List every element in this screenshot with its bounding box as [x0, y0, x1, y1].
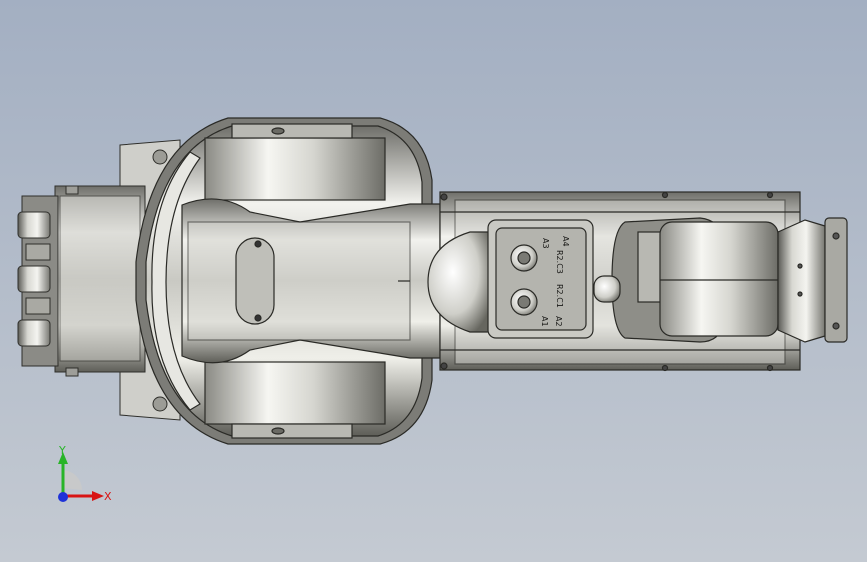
y-axis-label: Y	[58, 444, 66, 457]
label-a4: A4	[561, 236, 570, 247]
wrist-assembly[interactable]	[593, 217, 848, 343]
z-axis-dot	[58, 492, 68, 502]
cad-viewport[interactable]: A3 A4 R2.C3 R2.C1 A1 A2 X Y	[0, 0, 867, 562]
robot-model-render[interactable]: A3 A4 R2.C3 R2.C1 A1 A2 X Y	[0, 0, 867, 562]
x-axis-label: X	[104, 490, 112, 503]
label-r2c1: R2.C1	[555, 284, 564, 308]
robot-upper-arm[interactable]	[181, 198, 441, 364]
label-a1: A1	[540, 316, 549, 327]
label-r2c3: R2.C3	[555, 250, 564, 274]
label-a2: A2	[554, 316, 563, 327]
label-a3: A3	[541, 238, 550, 249]
